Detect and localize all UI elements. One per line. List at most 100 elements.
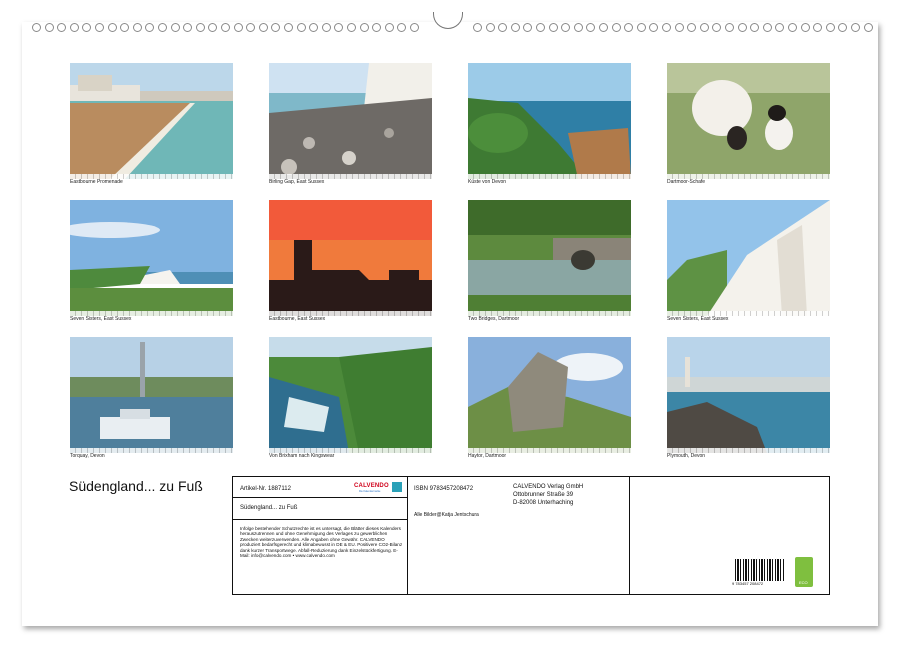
binding-ring (132, 23, 142, 32)
binding-ring (523, 23, 533, 32)
photo-seven-sisters-2 (667, 200, 830, 316)
binding-ring (788, 23, 797, 32)
barcode-number: 9 783457 208472 (732, 581, 764, 586)
binding-ring (536, 23, 545, 32)
binding-ring (397, 23, 407, 32)
binding-ring (410, 23, 419, 32)
article-number: Artikel-Nr. 1887112 (240, 486, 291, 492)
caption: Plymouth, Devon (667, 453, 706, 459)
photo-eastbourne-promenade (70, 63, 233, 179)
binding-ring (775, 23, 785, 32)
photo-torquay (70, 337, 233, 453)
binding-ring (851, 23, 860, 32)
binding-ring (586, 23, 596, 32)
photo-birling-gap (269, 63, 432, 179)
photo-eastbourne-sunset (269, 200, 432, 316)
binding-ring (510, 23, 520, 32)
binding-ring (271, 23, 281, 32)
photo-seven-sisters-1 (70, 200, 233, 316)
binding-ring (599, 23, 608, 32)
binding-ring (737, 23, 747, 32)
binding-ring (69, 23, 79, 32)
caption: Seven Sisters, East Sussex (667, 316, 729, 322)
caption: Küste von Devon (468, 179, 507, 185)
binding-ring (359, 23, 369, 32)
eco-label: ECO (799, 580, 808, 585)
binding-ring (372, 23, 382, 32)
info-column-isbn: ISBN 9783457208472 Alle Bilder@Katja Jen… (408, 477, 630, 594)
binding-ring (120, 23, 130, 32)
photo-dartmoor-schafe (667, 63, 830, 179)
binding-ring (485, 23, 495, 32)
binding-ring (233, 23, 243, 32)
photo-brixham-kingswear (269, 337, 432, 453)
binding-ring (561, 23, 571, 32)
binding-ring (636, 23, 646, 32)
photo-kueste-von-devon (468, 63, 631, 179)
binding-ring (309, 23, 319, 32)
binding-ring (95, 23, 104, 32)
binding-ring (649, 23, 659, 32)
binding-ring (573, 23, 583, 32)
binding-ring (662, 23, 671, 32)
publisher-street: Ottobrunner Straße 39 (513, 492, 574, 498)
binding-ring (712, 23, 722, 32)
binding-ring (687, 23, 697, 32)
binding-ring (221, 23, 230, 32)
caption: Haytor, Dartmoor (468, 453, 507, 459)
binding-ring (813, 23, 823, 32)
image-credits: Alle Bilder@Katja Jentschura (414, 512, 479, 518)
binding-ring (800, 23, 810, 32)
binding-ring (208, 23, 218, 32)
binding-ring (183, 23, 193, 32)
publisher-city: D-82008 Unterhaching (513, 500, 574, 506)
calendar-title: Südengland... zu Fuß (69, 478, 203, 494)
calvendo-logo-sub: Die Kalendermarke (359, 490, 381, 493)
binding-ring (674, 23, 684, 32)
photo-plymouth (667, 337, 830, 453)
binding-ring (170, 23, 180, 32)
binding-ring (762, 23, 772, 32)
binding-ring (750, 23, 760, 32)
barcode (735, 559, 785, 581)
photo-two-bridges (468, 200, 631, 316)
binding-ring (258, 23, 268, 32)
caption: Seven Sisters, East Sussex (70, 316, 132, 322)
caption: Birling Gap, East Sussex (269, 179, 325, 185)
info-column-article: Artikel-Nr. 1887112 CALVENDO Die Kalende… (233, 477, 408, 594)
binding-ring (624, 23, 634, 32)
binding-ring (195, 23, 205, 32)
binding-ring (145, 23, 155, 32)
binding-ring (158, 23, 167, 32)
legal-notice: Infolge bestehender Schutzrechte ist es … (240, 526, 403, 559)
caption: Von Brixham nach Kingswear (269, 453, 335, 459)
binding-ring (699, 23, 709, 32)
product-title: Südengland... zu Fuß (240, 505, 298, 511)
binding-ring (82, 23, 92, 32)
binding-ring (548, 23, 558, 32)
isbn: ISBN 9783457208472 (414, 486, 474, 492)
binding-ring (107, 23, 117, 32)
binding-ring (57, 23, 67, 32)
calvendo-logo-icon (392, 482, 402, 492)
binding-ring (347, 23, 356, 32)
binding-ring (246, 23, 256, 32)
caption: Torquay, Devon (70, 453, 105, 459)
binding-ring (498, 23, 508, 32)
binding-ring (44, 23, 54, 32)
binding-ring (32, 23, 41, 32)
info-box: Artikel-Nr. 1887112 CALVENDO Die Kalende… (232, 476, 830, 595)
calvendo-logo: CALVENDO (354, 483, 389, 489)
binding-ring (321, 23, 331, 32)
binding-ring (473, 23, 482, 32)
caption: Eastbourne Promenade (70, 179, 123, 185)
binding-ring (838, 23, 848, 32)
publisher-name: CALVENDO Verlag GmbH (513, 484, 584, 490)
caption: Two Bridges, Dartmoor (468, 316, 520, 322)
binding-ring (296, 23, 306, 32)
binding-ring (284, 23, 293, 32)
binding-ring (384, 23, 394, 32)
caption: Dartmoor-Schafe (667, 179, 706, 185)
binding-ring (334, 23, 344, 32)
caption: Eastbourne, East Sussex (269, 316, 326, 322)
